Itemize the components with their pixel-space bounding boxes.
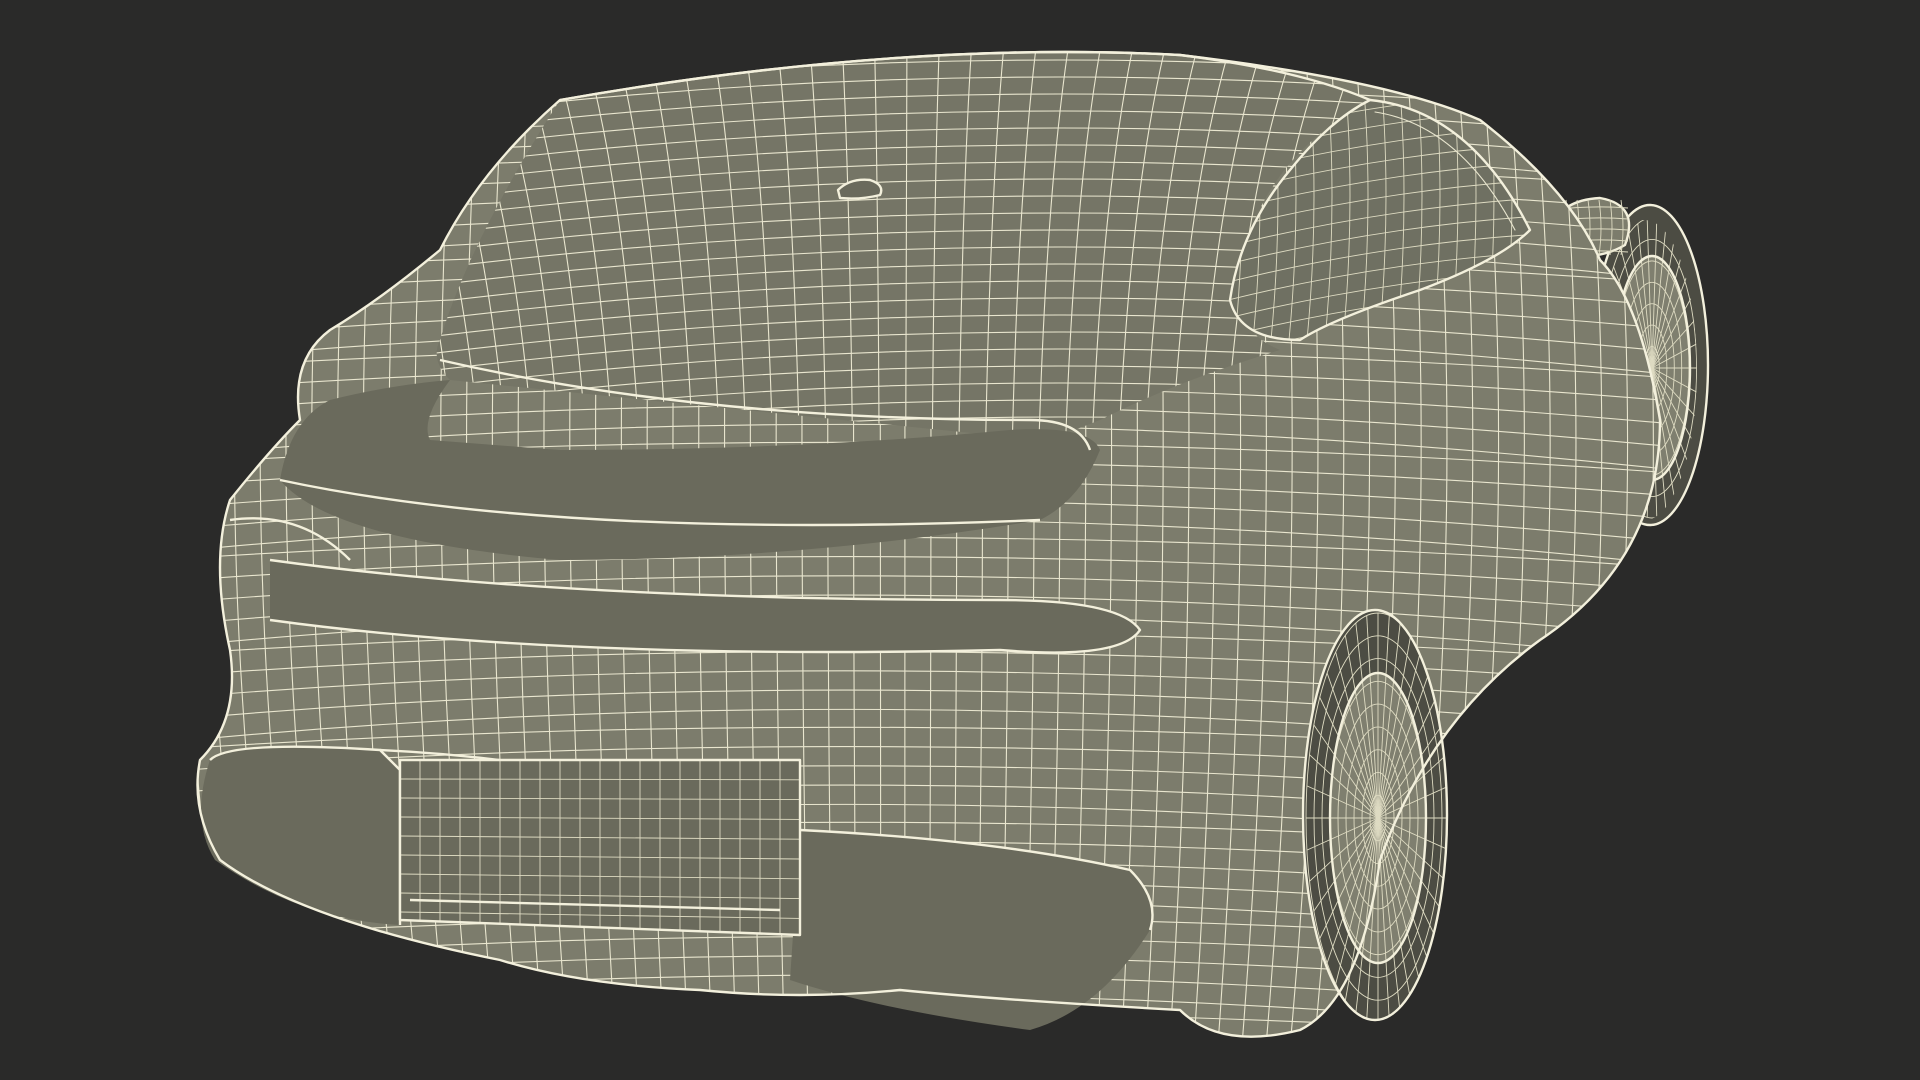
car-wireframe-render bbox=[196, 50, 1710, 1038]
license-plate-recess bbox=[398, 758, 802, 937]
viewport[interactable] bbox=[0, 0, 1920, 1080]
